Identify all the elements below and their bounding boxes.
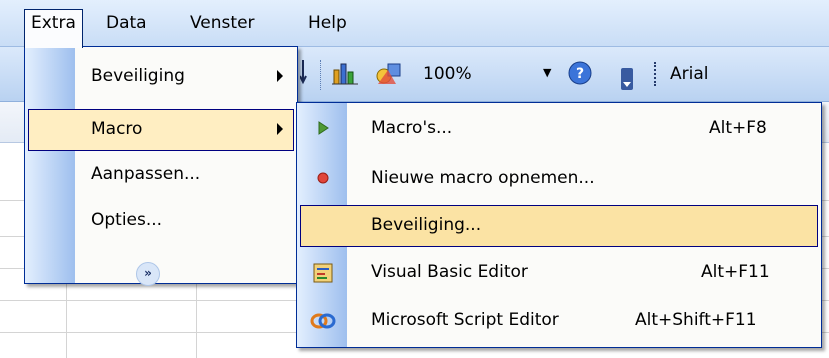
script-editor-icon bbox=[310, 309, 336, 331]
toolbar-options-icon[interactable] bbox=[620, 68, 634, 95]
menu-item-macros[interactable]: Macro's... Alt+F8 bbox=[297, 109, 821, 149]
menu-item-label: Nieuwe macro opnemen... bbox=[371, 168, 595, 188]
shortcut-text: Alt+F11 bbox=[701, 262, 770, 282]
menu-venster-label: Venster bbox=[190, 13, 255, 33]
help-icon[interactable]: ? bbox=[566, 59, 594, 92]
toolbar-grip[interactable] bbox=[654, 62, 659, 86]
expand-menu-chevron-icon[interactable]: » bbox=[136, 262, 160, 286]
menu-item-script-editor[interactable]: Microsoft Script Editor Alt+Shift+F11 bbox=[297, 301, 821, 341]
menu-extra-label: Extra bbox=[31, 13, 76, 33]
menu-help-label: Help bbox=[308, 13, 347, 33]
menu-help[interactable]: Help bbox=[302, 10, 353, 36]
shortcut-text: Alt+F8 bbox=[709, 118, 767, 138]
menu-item-record-macro[interactable]: Nieuwe macro opnemen... bbox=[297, 159, 821, 199]
menu-data[interactable]: Data bbox=[100, 10, 153, 36]
menu-item-aanpassen[interactable]: Aanpassen... bbox=[25, 155, 297, 195]
menu-item-label: Beveiliging... bbox=[371, 215, 482, 235]
menu-item-label: Opties... bbox=[91, 210, 163, 230]
menu-item-macro[interactable]: Macro bbox=[28, 109, 294, 151]
menu-item-opties[interactable]: Opties... bbox=[25, 201, 297, 241]
drawing-icon[interactable] bbox=[374, 60, 404, 91]
menu-data-label: Data bbox=[106, 13, 147, 33]
play-icon bbox=[312, 117, 334, 139]
menu-item-label: Visual Basic Editor bbox=[371, 262, 528, 282]
sort-icon[interactable] bbox=[299, 58, 307, 85]
font-name-box[interactable]: Arial bbox=[670, 64, 708, 84]
svg-text:?: ? bbox=[576, 66, 584, 82]
menu-extra[interactable]: Extra bbox=[24, 9, 83, 48]
toolbar-separator bbox=[320, 60, 323, 90]
macro-submenu: Macro's... Alt+F8 Nieuwe macro opnemen..… bbox=[296, 102, 822, 348]
record-icon bbox=[312, 167, 334, 189]
menu-item-label: Microsoft Script Editor bbox=[371, 310, 559, 330]
menu-item-vb-editor[interactable]: Visual Basic Editor Alt+F11 bbox=[297, 253, 821, 293]
chart-wizard-icon[interactable] bbox=[332, 60, 360, 91]
menu-bar: Extra Data Venster Help bbox=[0, 0, 829, 48]
zoom-box[interactable]: 100% bbox=[423, 64, 472, 84]
menu-item-label: Aanpassen... bbox=[91, 164, 201, 184]
submenu-arrow-icon bbox=[277, 70, 283, 82]
menu-item-label: Beveiliging bbox=[91, 66, 185, 86]
extra-menu: Beveiliging Macro Aanpassen... Opties... bbox=[24, 46, 298, 284]
menu-venster[interactable]: Venster bbox=[184, 10, 261, 36]
vb-editor-icon bbox=[311, 261, 333, 283]
shortcut-text: Alt+Shift+F11 bbox=[635, 310, 757, 330]
submenu-arrow-icon bbox=[277, 123, 283, 135]
menu-item-macro-security[interactable]: Beveiliging... bbox=[300, 205, 818, 247]
menu-item-label: Macro bbox=[91, 119, 143, 139]
menu-item-beveiliging[interactable]: Beveiliging bbox=[25, 57, 297, 97]
zoom-dropdown-icon[interactable]: ▼ bbox=[543, 66, 551, 79]
menu-item-label: Macro's... bbox=[371, 118, 453, 138]
